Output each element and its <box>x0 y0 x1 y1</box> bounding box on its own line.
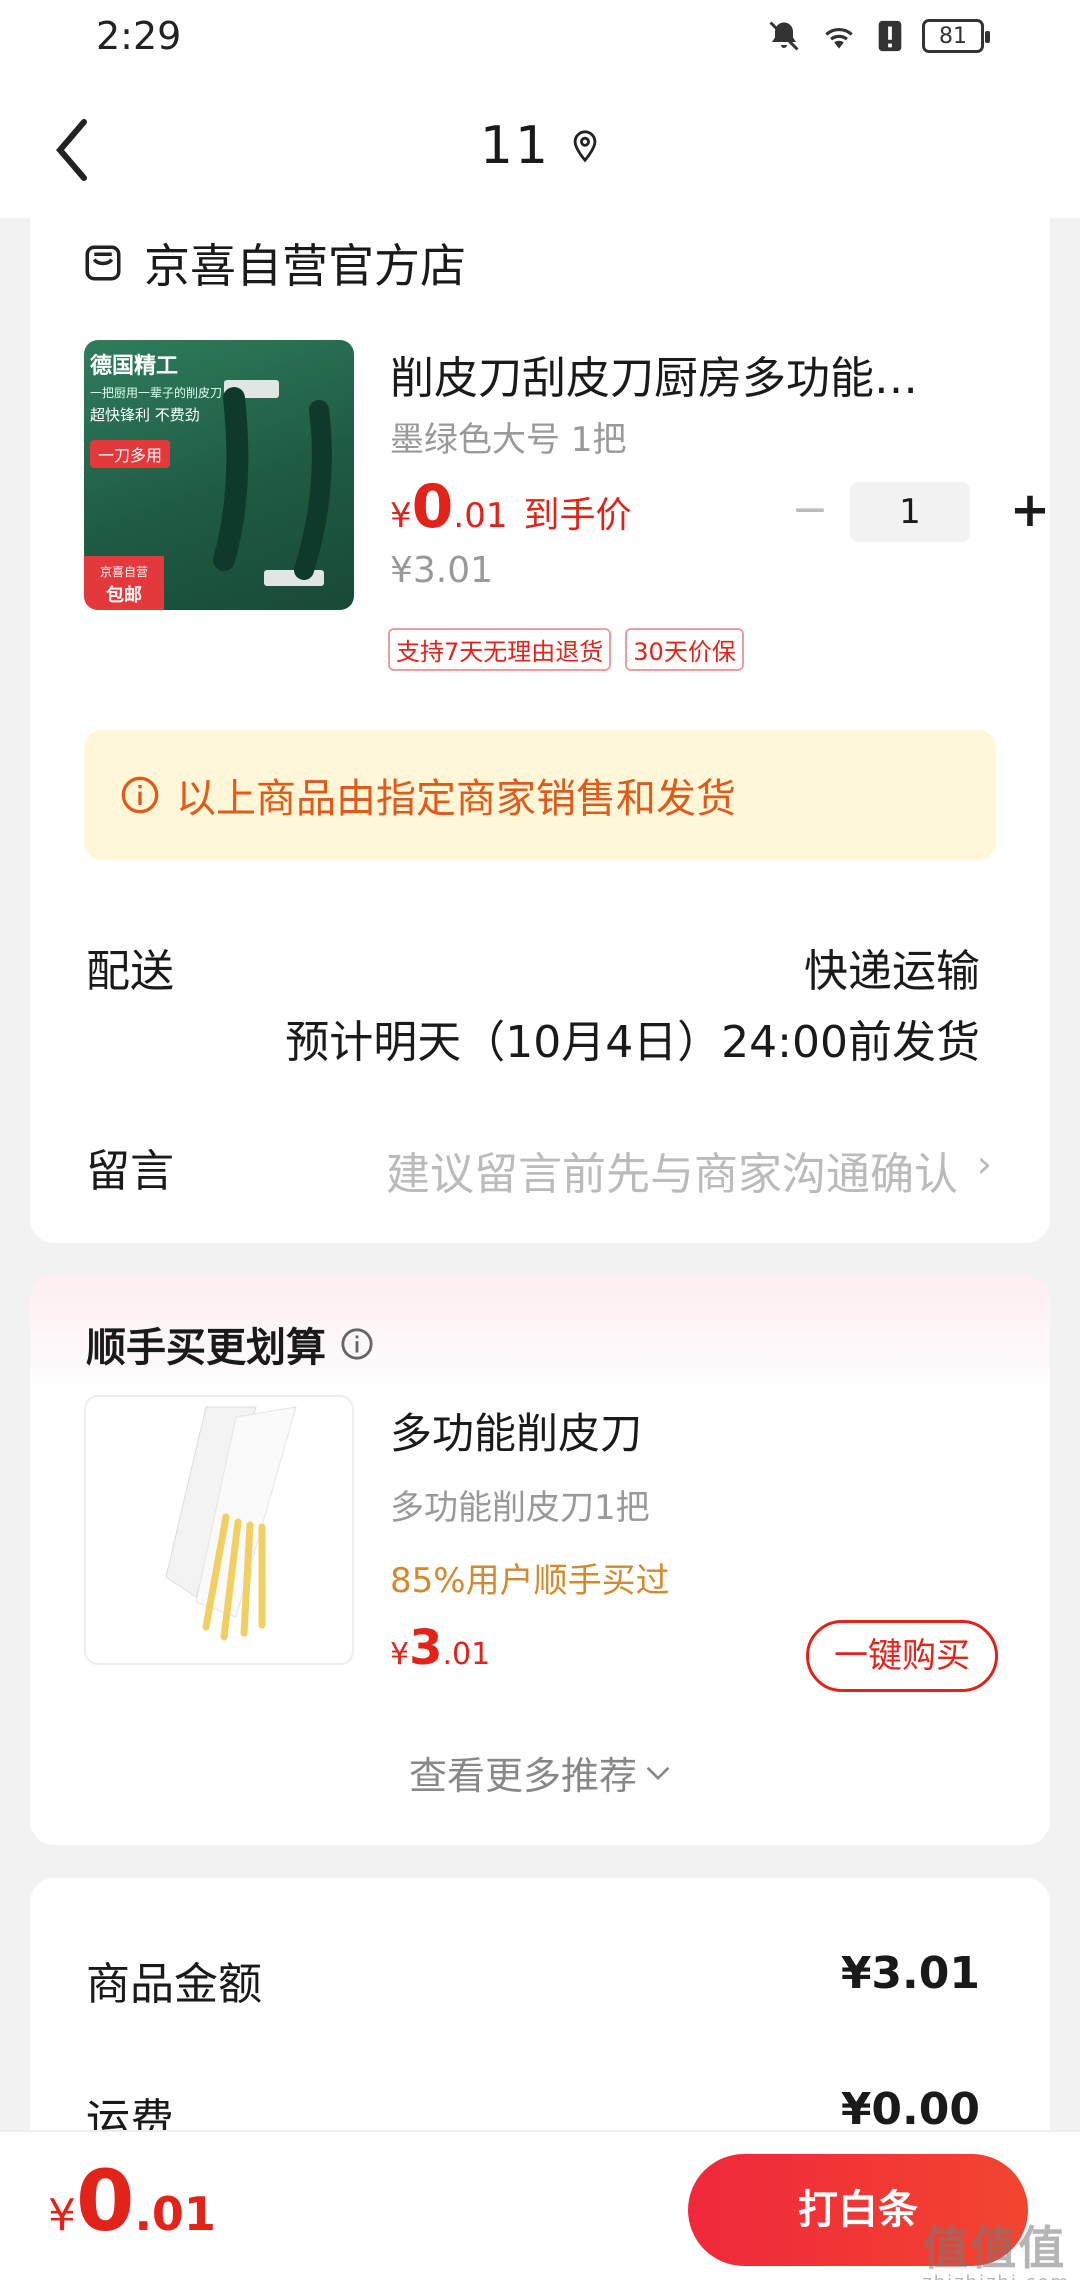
address-selector[interactable]: 11 <box>0 116 1080 176</box>
recommend-popularity: 85%用户顺手买过 <box>390 1561 670 1601</box>
delivery-label: 配送 <box>86 946 174 997</box>
price-dec: .01 <box>442 1637 491 1672</box>
price-dec: .01 <box>453 496 508 536</box>
badge-bottom: 包邮 <box>106 585 142 606</box>
goods-amount-value: ¥3.01 <box>840 1948 980 1999</box>
order-card: 京喜自营官方店 德国精工 一把厨用一辈子的削皮刀 超快锋利 不费劲 一刀多用 京… <box>30 200 1050 1243</box>
nav-title: 11 <box>479 116 551 176</box>
service-tag[interactable]: 30天价保 <box>625 628 744 671</box>
price-int: 3 <box>409 1620 443 1676</box>
info-icon[interactable] <box>340 1327 374 1361</box>
recommend-card: 顺手买更划算 多功能削皮刀 多功能削皮刀1把 85%用户顺手买过 ¥ 3 .01… <box>30 1275 1050 1845</box>
quantity-value[interactable]: 1 <box>850 482 970 542</box>
total-price: ¥ 0 .01 <box>48 2152 216 2250</box>
goods-amount-label: 商品金额 <box>86 1959 262 2010</box>
badge-top: 京喜自营 <box>99 565 148 579</box>
product-spec[interactable]: 墨绿色大号 1把 <box>390 412 626 461</box>
total-symbol: ¥ <box>48 2190 76 2241</box>
watermark-sub: zhizhizhi.com <box>922 2272 1070 2280</box>
info-icon <box>121 776 159 814</box>
store-name: 京喜自营官方店 <box>144 239 466 293</box>
status-bar: 2:29 81 <box>0 0 1080 80</box>
price-symbol: ¥ <box>390 1637 410 1672</box>
total-dec: .01 <box>134 2187 216 2241</box>
image-headline: 德国精工 <box>90 354 179 379</box>
sim-alert-icon <box>876 19 904 53</box>
product-title[interactable]: 削皮刀刮皮刀厨房多功能… <box>390 342 990 406</box>
image-sub2: 超快锋利 不费劲 <box>90 406 200 424</box>
price-label: 到手价 <box>523 495 632 536</box>
recommend-title: 顺手买更划算 <box>86 1325 326 1371</box>
checkout-bar: ¥ 0 .01 打白条 值值值zhizhizhi.com <box>0 2130 1080 2280</box>
product-price: ¥ 0 .01 到手价 <box>390 472 631 542</box>
status-time: 2:29 <box>96 14 182 58</box>
image-tag: 一刀多用 <box>90 440 171 468</box>
recommend-product-name[interactable]: 多功能削皮刀 <box>390 1400 642 1461</box>
wifi-icon <box>820 19 858 53</box>
message-label: 留言 <box>86 1146 174 1197</box>
original-price: ¥3.01 <box>390 550 494 591</box>
quantity-decrease-button[interactable]: − <box>780 482 840 542</box>
recommend-header: 顺手买更划算 <box>86 1315 374 1373</box>
peeler-image <box>165 1406 297 1641</box>
service-tag[interactable]: 支持7天无理由退货 <box>388 628 612 671</box>
peeler-illustration <box>213 380 332 586</box>
quantity-increase-button[interactable]: + <box>1000 482 1060 542</box>
store-row[interactable]: 京喜自营官方店 <box>82 230 466 296</box>
watermark-text: 值值值 <box>922 2221 1067 2275</box>
store-icon <box>85 245 121 281</box>
watermark: 值值值zhizhizhi.com <box>922 2212 1070 2280</box>
price-int: 0 <box>411 472 454 542</box>
product-image[interactable]: 德国精工 一把厨用一辈子的削皮刀 超快锋利 不费劲 一刀多用 京喜自营 包邮 <box>84 340 354 610</box>
status-icons: 81 <box>766 18 990 54</box>
nav-bar: 11 <box>0 80 1080 218</box>
seller-notice: 以上商品由指定商家销售和发货 <box>84 730 996 860</box>
service-tags: 支持7天无理由退货 30天价保 <box>388 628 744 671</box>
chevron-right-icon[interactable]: › <box>977 1142 992 1186</box>
recommend-product-image[interactable] <box>84 1395 354 1665</box>
delivery-eta: 预计明天（10月4日）24:00前发货 <box>285 1017 980 1068</box>
shipping-fee-value: ¥0.00 <box>840 2084 980 2135</box>
notice-text: 以上商品由指定商家销售和发货 <box>176 776 736 822</box>
more-recommend-button[interactable]: 查看更多推荐 <box>30 1745 1050 1800</box>
total-int: 0 <box>76 2152 135 2250</box>
recommend-price: ¥ 3 .01 <box>390 1620 490 1676</box>
delivery-method[interactable]: 快递运输 <box>804 935 980 999</box>
price-symbol: ¥ <box>390 496 412 536</box>
one-click-buy-button[interactable]: 一键购买 <box>806 1620 998 1692</box>
battery-icon: 81 <box>922 19 990 53</box>
mute-bell-icon <box>766 18 802 54</box>
chevron-down-icon <box>646 1766 670 1780</box>
message-input[interactable]: 建议留言前先与商家沟通确认 <box>386 1138 958 1202</box>
battery-level: 81 <box>939 23 967 49</box>
quantity-stepper: − 1 + <box>780 482 1060 542</box>
image-badge: 京喜自营 包邮 <box>84 556 164 610</box>
more-label: 查看更多推荐 <box>408 1754 637 1798</box>
location-pin-icon <box>573 130 597 163</box>
recommend-product-spec: 多功能削皮刀1把 <box>390 1488 650 1528</box>
